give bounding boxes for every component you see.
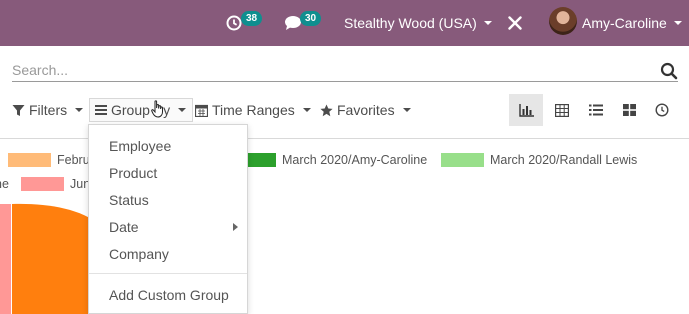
bars-icon — [95, 104, 107, 116]
bar-chart-icon — [518, 103, 534, 117]
chevron-down-icon — [483, 21, 492, 25]
legend-swatch — [8, 153, 51, 167]
company-name: Stealthy Wood (USA) — [344, 15, 477, 31]
list-icon — [589, 104, 603, 116]
legend-swatch — [441, 153, 484, 167]
tools-icon — [508, 16, 522, 30]
debug-tools[interactable] — [507, 0, 523, 46]
calendar-icon — [195, 104, 208, 117]
activities-badge: 38 — [241, 11, 263, 26]
dropdown-divider — [89, 273, 247, 274]
clock-icon — [655, 103, 669, 117]
legend-swatch — [21, 177, 64, 191]
timeranges-label: Time Ranges — [212, 102, 295, 118]
kanban-icon — [622, 104, 636, 116]
groupby-option-date[interactable]: Date — [109, 219, 139, 235]
pie-slice-orange[interactable] — [12, 203, 100, 314]
groupby-option-status[interactable]: Status — [109, 192, 149, 208]
view-list-button[interactable] — [579, 94, 613, 126]
favorites-button[interactable]: Favorites — [320, 98, 411, 122]
view-kanban-button[interactable] — [612, 94, 646, 126]
activities-menu[interactable] — [226, 0, 242, 46]
add-custom-group-button[interactable]: Add Custom Group — [109, 287, 229, 303]
user-menu[interactable]: Amy-Caroline — [582, 0, 682, 46]
star-icon — [320, 104, 333, 117]
pie-chart — [0, 203, 100, 314]
legend-label: March 2020/Amy-Caroline — [282, 153, 428, 167]
filter-icon — [12, 104, 25, 117]
top-navbar: 38 30 Stealthy Wood (USA) Amy-Caroline — [0, 0, 689, 46]
view-activity-button[interactable] — [645, 94, 679, 126]
chevron-right-icon — [233, 223, 238, 231]
clock-icon — [226, 15, 242, 31]
view-graph-button[interactable] — [509, 94, 543, 126]
legend-item[interactable]: March 2020/Amy-Caroline — [233, 153, 427, 167]
timeranges-button[interactable]: Time Ranges — [195, 98, 311, 122]
table-icon — [555, 103, 569, 117]
user-name: Amy-Caroline — [582, 15, 667, 31]
chevron-down-icon — [178, 108, 187, 112]
pie-slice-june[interactable] — [0, 204, 11, 314]
favorites-label: Favorites — [337, 102, 395, 118]
view-pivot-button[interactable] — [545, 94, 579, 126]
search-input[interactable] — [12, 58, 678, 82]
search-icon[interactable] — [660, 62, 678, 80]
company-switcher[interactable]: Stealthy Wood (USA) — [344, 0, 492, 46]
avatar[interactable] — [549, 7, 577, 35]
legend-item[interactable]: June — [21, 177, 97, 191]
chevron-down-icon — [673, 21, 682, 25]
chevron-down-icon — [302, 108, 311, 112]
groupby-option-employee[interactable]: Employee — [109, 138, 171, 154]
chevron-down-icon — [402, 108, 411, 112]
legend-item-clipped[interactable]: ne — [0, 177, 9, 191]
groupby-dropdown: Employee Product Status Date Company Add… — [88, 124, 248, 314]
legend-label: March 2020/Randall Lewis — [490, 153, 638, 167]
groupby-button[interactable]: Group By — [89, 98, 194, 122]
legend-item[interactable]: March 2020/Randall Lewis — [441, 153, 637, 167]
messages-badge: 30 — [300, 11, 322, 26]
filters-label: Filters — [29, 102, 68, 118]
messages-menu[interactable] — [284, 0, 302, 46]
filters-button[interactable]: Filters — [12, 98, 84, 122]
chevron-down-icon — [75, 108, 84, 112]
groupby-option-company[interactable]: Company — [109, 246, 169, 262]
groupby-option-product[interactable]: Product — [109, 165, 157, 181]
legend-label-clipped: ne — [0, 177, 9, 191]
hand-cursor-icon — [151, 100, 163, 118]
